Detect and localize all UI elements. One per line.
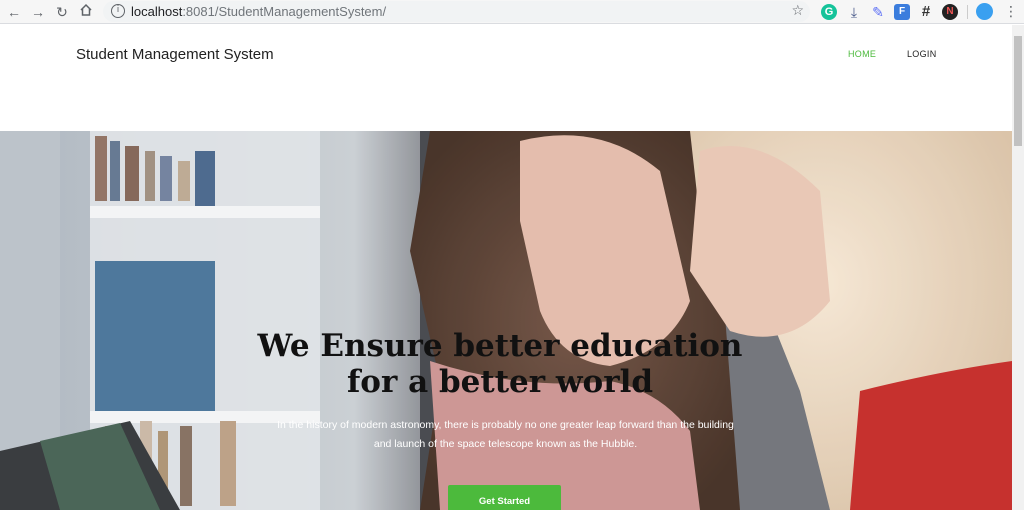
hero-title-line2: for a better world	[346, 364, 654, 400]
form-extension-icon[interactable]: F	[894, 4, 910, 20]
site-brand[interactable]: Student Management System	[76, 46, 274, 63]
grammarly-extension-icon[interactable]: G	[821, 4, 837, 20]
profile-avatar[interactable]	[976, 3, 993, 20]
nav-login-link[interactable]: LOGIN	[907, 49, 937, 59]
hero-title-line1: We Ensure better education	[257, 328, 743, 364]
menu-kebab-icon[interactable]: ⋮	[1004, 3, 1018, 20]
n-extension-icon[interactable]: N	[942, 4, 958, 20]
hero-description-line2: and launch of the space telescope known …	[373, 438, 638, 450]
hero-description-line1: In the history of modern astronomy, ther…	[277, 419, 734, 431]
home-icon[interactable]	[77, 3, 95, 21]
browser-toolbar: ← → ↻ i localhost:8081/StudentManagement…	[0, 0, 1024, 24]
hero-description: In the history of modern astronomy, ther…	[258, 416, 753, 454]
address-bar[interactable]: i localhost:8081/StudentManagementSystem…	[103, 1, 810, 22]
download-extension-icon[interactable]: ⤓	[846, 4, 862, 20]
scrollbar-thumb[interactable]	[1014, 36, 1022, 146]
reload-icon[interactable]: ↻	[53, 3, 71, 21]
toolbar-divider	[967, 5, 968, 19]
bookmark-star-icon[interactable]: ☆	[791, 2, 804, 19]
site-header: Student Management System HOME LOGIN	[0, 25, 1012, 131]
url-text: localhost:8081/StudentManagementSystem/	[131, 4, 387, 19]
hero-section: We Ensure better education for a better …	[0, 131, 1012, 510]
nav-home-link[interactable]: HOME	[848, 49, 876, 59]
hash-extension-icon[interactable]: #	[918, 4, 934, 20]
info-icon[interactable]: i	[111, 4, 125, 18]
forward-icon[interactable]: →	[29, 3, 47, 21]
back-icon[interactable]: ←	[5, 3, 23, 21]
get-started-button[interactable]: Get Started	[448, 485, 561, 510]
pen-extension-icon[interactable]: ✎	[870, 4, 886, 20]
